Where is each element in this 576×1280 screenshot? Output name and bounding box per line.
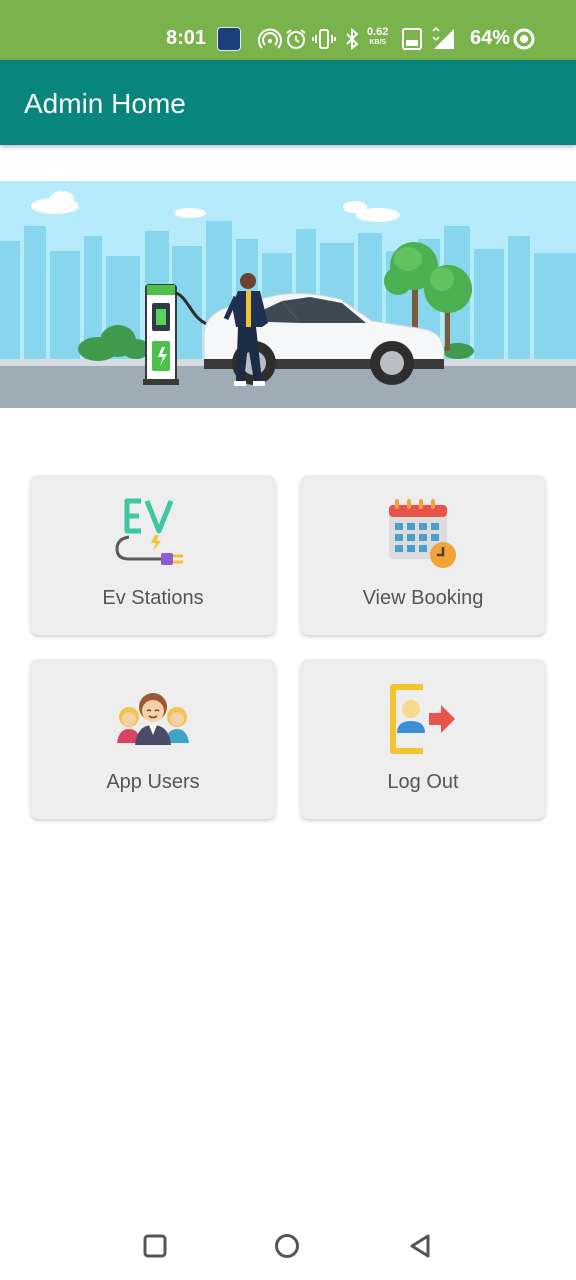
hotspot-icon: [258, 28, 282, 49]
signal-4g-icon: [432, 27, 454, 49]
log-out-card[interactable]: Log Out: [300, 659, 546, 819]
back-button[interactable]: [404, 1230, 436, 1262]
logout-icon: [390, 684, 455, 754]
view-booking-label: View Booking: [362, 587, 484, 609]
app-bar: Admin Home: [0, 60, 576, 145]
app-users-card[interactable]: App Users: [30, 659, 276, 819]
network-speed-value: 0.62: [367, 26, 389, 38]
ev-charging-banner: [0, 181, 576, 408]
notification-app-icon: [217, 27, 241, 51]
bluetooth-icon: [346, 27, 359, 51]
calendar-clock-icon: [389, 499, 456, 568]
ev-plug-icon: [115, 498, 183, 565]
network-speed-unit: KB/S: [369, 39, 387, 46]
app-users-label: App Users: [106, 771, 200, 793]
battery-ring-icon: [513, 28, 535, 50]
status-bar: 8:01 0.62 KB/S 64%: [0, 0, 576, 60]
users-group-icon: [117, 693, 189, 745]
ev-stations-card[interactable]: Ev Stations: [30, 475, 276, 635]
battery-percent: 64%: [470, 27, 511, 49]
view-booking-card[interactable]: View Booking: [300, 475, 546, 635]
network-speed: 0.62 KB/S: [367, 27, 388, 47]
status-time: 8:01: [166, 27, 207, 49]
page-title: Admin Home: [24, 88, 186, 119]
vibrate-icon: [312, 29, 336, 49]
recents-button[interactable]: [139, 1230, 171, 1262]
log-out-label: Log Out: [387, 771, 459, 793]
alarm-icon: [286, 29, 306, 49]
ev-stations-label: Ev Stations: [102, 587, 204, 609]
volte-icon: [402, 28, 422, 50]
home-button[interactable]: [271, 1230, 303, 1262]
